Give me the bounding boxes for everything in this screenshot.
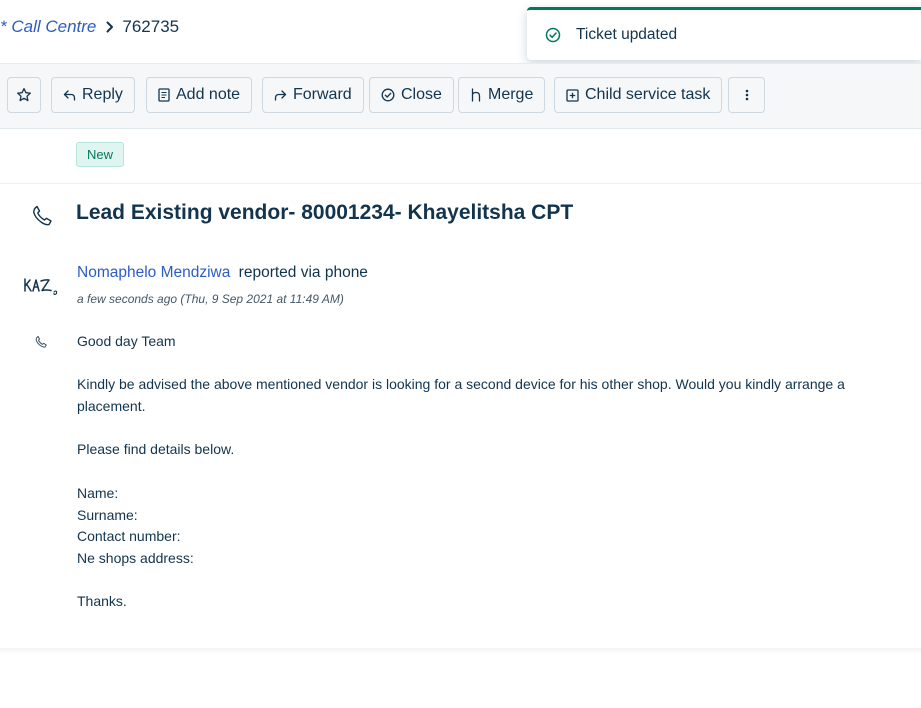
conversation-divider xyxy=(0,648,921,654)
message-line: Kindly be advised the above mentioned ve… xyxy=(77,376,845,415)
merge-label: Merge xyxy=(488,86,534,103)
message-line: Contact number: xyxy=(77,528,181,545)
more-vertical-icon xyxy=(745,88,749,102)
add-note-button[interactable]: Add note xyxy=(146,77,253,113)
message-line: Name: xyxy=(77,484,119,501)
close-label: Close xyxy=(401,86,442,103)
breadcrumb: * Call Centre 762735 xyxy=(0,15,179,39)
merge-button[interactable]: Merge xyxy=(458,77,546,113)
toast-notification: Ticket updated xyxy=(527,7,921,60)
forward-button[interactable]: Forward xyxy=(262,77,364,113)
forward-label: Forward xyxy=(293,86,352,103)
chevron-right-icon xyxy=(106,21,114,33)
divider xyxy=(0,183,921,184)
close-ticket-button[interactable]: Close xyxy=(369,77,454,113)
message-line xyxy=(77,570,877,592)
message-line xyxy=(77,418,877,440)
message-line xyxy=(77,461,877,483)
reply-icon xyxy=(63,89,76,102)
message-line: Thanks. xyxy=(77,593,127,610)
message-line: Ne shops address: xyxy=(77,549,194,566)
requester-name-link[interactable]: Nomaphelo Mendziwa xyxy=(77,264,230,281)
add-square-icon xyxy=(566,88,579,102)
forward-icon xyxy=(274,89,287,102)
star-icon xyxy=(16,87,32,103)
message-line: Good day Team xyxy=(77,333,176,349)
message-line: Please find details below. xyxy=(77,441,235,458)
note-icon xyxy=(158,88,170,102)
message-line xyxy=(77,353,877,375)
avatar xyxy=(21,272,61,302)
check-circle-icon xyxy=(381,88,395,102)
child-service-task-button[interactable]: Child service task xyxy=(554,77,723,113)
child-service-task-label: Child service task xyxy=(585,86,711,103)
star-button[interactable] xyxy=(7,77,41,113)
requester-source-text: reported via phone xyxy=(238,264,368,281)
add-note-label: Add note xyxy=(176,86,241,103)
check-circle-icon xyxy=(545,27,561,43)
reply-button[interactable]: Reply xyxy=(51,77,135,113)
ticket-toolbar: Reply Add note Forward Close Merge Child… xyxy=(0,63,921,129)
status-badge: New xyxy=(76,142,125,167)
reported-timestamp: a few seconds ago (Thu, 9 Sep 2021 at 11… xyxy=(77,292,344,306)
merge-icon xyxy=(470,88,482,102)
phone-icon xyxy=(30,204,54,233)
reply-label: Reply xyxy=(82,86,123,103)
phone-icon xyxy=(34,335,48,354)
ticket-description: Good day Team Kindly be advised the abov… xyxy=(77,331,877,613)
more-actions-button[interactable] xyxy=(728,77,765,113)
breadcrumb-parent-link[interactable]: * Call Centre xyxy=(0,17,96,37)
requester-line: Nomaphelo Mendziwa reported via phone xyxy=(77,264,368,282)
ticket-id: 762735 xyxy=(122,17,180,36)
toast-message: Ticket updated xyxy=(576,26,678,43)
ticket-title: Lead Existing vendor- 80001234- Khayelit… xyxy=(76,201,574,224)
message-line: Surname: xyxy=(77,506,138,523)
